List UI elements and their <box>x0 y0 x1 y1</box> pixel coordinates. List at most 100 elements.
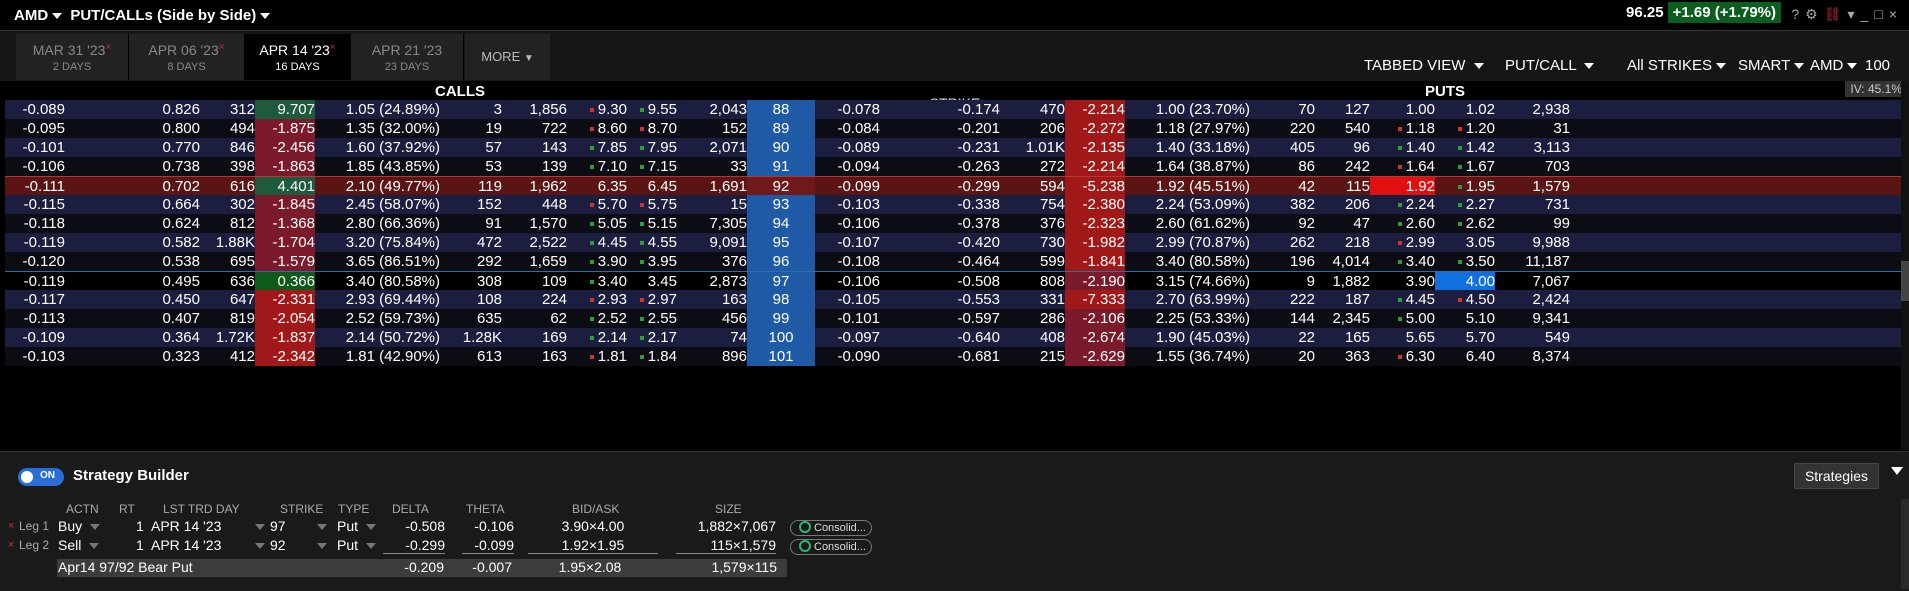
leg-date-dropdown[interactable]: APR 14 '23 <box>151 537 269 553</box>
strategy-toggle[interactable]: ON <box>18 468 64 486</box>
call-ask[interactable]: 2.17 <box>627 328 677 347</box>
put-delta[interactable]: -0.201 <box>950 119 1000 138</box>
put-time-value[interactable]: 1.55 (36.74%) <box>1125 347 1250 366</box>
call-volume[interactable]: 19 <box>440 119 502 138</box>
remove-leg-icon[interactable]: × <box>8 539 14 551</box>
call-theta[interactable]: -0.115 <box>5 195 65 214</box>
put-iv-change[interactable]: -2.272 <box>1065 119 1125 138</box>
call-open-interest[interactable]: 846 <box>200 138 255 157</box>
call-volume[interactable]: 308 <box>440 272 502 291</box>
call-bid-size[interactable]: 722 <box>502 119 567 138</box>
call-ask-size[interactable]: 15 <box>677 195 747 214</box>
put-open-interest[interactable]: 331 <box>1000 290 1065 309</box>
call-theta[interactable]: -0.117 <box>5 290 65 309</box>
call-volume[interactable]: 472 <box>440 233 502 252</box>
put-iv-change[interactable]: -7.333 <box>1065 290 1125 309</box>
call-iv-change[interactable]: 0.366 <box>255 272 315 291</box>
call-bid-size[interactable]: 1,570 <box>502 214 567 233</box>
call-delta[interactable]: 0.582 <box>155 233 200 252</box>
put-open-interest[interactable]: 408 <box>1000 328 1065 347</box>
put-volume[interactable]: 70 <box>1250 100 1315 119</box>
put-open-interest[interactable]: 470 <box>1000 100 1065 119</box>
call-ask-size[interactable]: 152 <box>677 119 747 138</box>
strike-cell[interactable]: 100 <box>747 328 815 347</box>
put-delta[interactable]: -0.681 <box>950 347 1000 366</box>
put-open-interest[interactable]: 272 <box>1000 157 1065 176</box>
put-ask[interactable]: 2.27 <box>1435 195 1495 214</box>
call-bid-size[interactable]: 1,659 <box>502 252 567 271</box>
call-theta[interactable]: -0.113 <box>5 309 65 328</box>
call-open-interest[interactable]: 302 <box>200 195 255 214</box>
call-theta[interactable]: -0.111 <box>5 177 65 196</box>
strike-cell[interactable]: 90 <box>747 138 815 157</box>
call-ask[interactable]: 2.97 <box>627 290 677 309</box>
put-volume[interactable]: 92 <box>1250 214 1315 233</box>
put-time-value[interactable]: 2.24 (53.09%) <box>1125 195 1250 214</box>
call-bid-size[interactable]: 224 <box>502 290 567 309</box>
put-ask[interactable]: 1.67 <box>1435 157 1495 176</box>
put-time-value[interactable]: 1.90 (45.03%) <box>1125 328 1250 347</box>
call-delta[interactable]: 0.538 <box>155 252 200 271</box>
call-open-interest[interactable]: 1.72K <box>200 328 255 347</box>
call-bid-size[interactable]: 109 <box>502 272 567 291</box>
option-row[interactable]: -0.118 0.624 812 -1.368 2.80 (66.36%) 91 1,570… <box>5 214 1905 233</box>
call-delta[interactable]: 0.323 <box>155 347 200 366</box>
call-volume[interactable]: 1.28K <box>440 328 502 347</box>
call-time-value[interactable]: 3.65 (86.51%) <box>315 252 440 271</box>
put-open-interest[interactable]: 1.01K <box>1000 138 1065 157</box>
call-volume[interactable]: 91 <box>440 214 502 233</box>
put-theta[interactable]: -0.105 <box>815 290 880 309</box>
remove-leg-icon[interactable]: × <box>8 520 14 532</box>
call-iv-change[interactable]: -1.845 <box>255 195 315 214</box>
call-delta[interactable]: 0.770 <box>155 138 200 157</box>
call-time-value[interactable]: 2.93 (69.44%) <box>315 290 440 309</box>
put-bid-size[interactable]: 1,882 <box>1315 272 1370 291</box>
put-ask[interactable]: 1.95 <box>1435 177 1495 196</box>
tabbed-view-dropdown[interactable]: TABBED VIEW <box>1364 57 1488 74</box>
put-open-interest[interactable]: 286 <box>1000 309 1065 328</box>
put-iv-change[interactable]: -2.135 <box>1065 138 1125 157</box>
leg-date-dropdown[interactable]: APR 14 '23 <box>151 518 269 534</box>
put-volume[interactable]: 42 <box>1250 177 1315 196</box>
minimize-icon[interactable]: _ <box>1861 6 1875 22</box>
putcall-dropdown[interactable]: PUT/CALL <box>1505 57 1598 74</box>
put-volume[interactable]: 262 <box>1250 233 1315 252</box>
call-delta[interactable]: 0.826 <box>155 100 200 119</box>
option-row[interactable]: -0.089 0.826 312 9.707 1.05 (24.89%) 3 1,856 9.… <box>5 100 1905 119</box>
chevron-down-icon[interactable] <box>52 13 63 20</box>
call-time-value[interactable]: 1.35 (32.00%) <box>315 119 440 138</box>
window-title[interactable]: AMD PUT/CALLs (Side by Side) <box>14 7 274 24</box>
call-bid[interactable]: 1.81 <box>567 347 627 366</box>
call-open-interest[interactable]: 695 <box>200 252 255 271</box>
call-bid[interactable]: 9.30 <box>567 100 627 119</box>
put-delta[interactable]: -0.508 <box>950 272 1000 291</box>
call-bid[interactable]: 7.10 <box>567 157 627 176</box>
call-ask[interactable]: 7.15 <box>627 157 677 176</box>
call-ask-size[interactable]: 2,873 <box>677 272 747 291</box>
call-ask-size[interactable]: 456 <box>677 309 747 328</box>
put-bid-size[interactable]: 127 <box>1315 100 1370 119</box>
call-delta[interactable]: 0.664 <box>155 195 200 214</box>
call-theta[interactable]: -0.089 <box>5 100 65 119</box>
strike-cell[interactable]: 88 <box>747 100 815 119</box>
option-row[interactable]: -0.103 0.323 412 -2.342 1.81 (42.90%) 613 163 1… <box>5 347 1905 366</box>
view-label[interactable]: PUT/CALLs (Side by Side) <box>70 7 256 24</box>
leg-type-dropdown[interactable]: Put <box>337 537 380 553</box>
call-iv-change[interactable]: 4.401 <box>255 177 315 196</box>
put-bid[interactable]: 3.90 <box>1370 272 1435 291</box>
put-bid[interactable]: 1.18 <box>1370 119 1435 138</box>
put-ask-size[interactable]: 11,187 <box>1495 252 1570 271</box>
put-ask[interactable]: 2.62 <box>1435 214 1495 233</box>
leg-action-dropdown[interactable]: Buy <box>58 518 104 534</box>
exchange-dropdown[interactable]: SMART <box>1738 57 1808 74</box>
put-ask-size[interactable]: 8,374 <box>1495 347 1570 366</box>
put-bid[interactable]: 1.40 <box>1370 138 1435 157</box>
call-time-value[interactable]: 2.52 (59.73%) <box>315 309 440 328</box>
call-ask-size[interactable]: 7,305 <box>677 214 747 233</box>
put-delta[interactable]: -0.464 <box>950 252 1000 271</box>
put-bid-size[interactable]: 206 <box>1315 195 1370 214</box>
call-ask[interactable]: 4.55 <box>627 233 677 252</box>
call-bid-size[interactable]: 163 <box>502 347 567 366</box>
call-bid-size[interactable]: 143 <box>502 138 567 157</box>
call-iv-change[interactable]: -1.704 <box>255 233 315 252</box>
